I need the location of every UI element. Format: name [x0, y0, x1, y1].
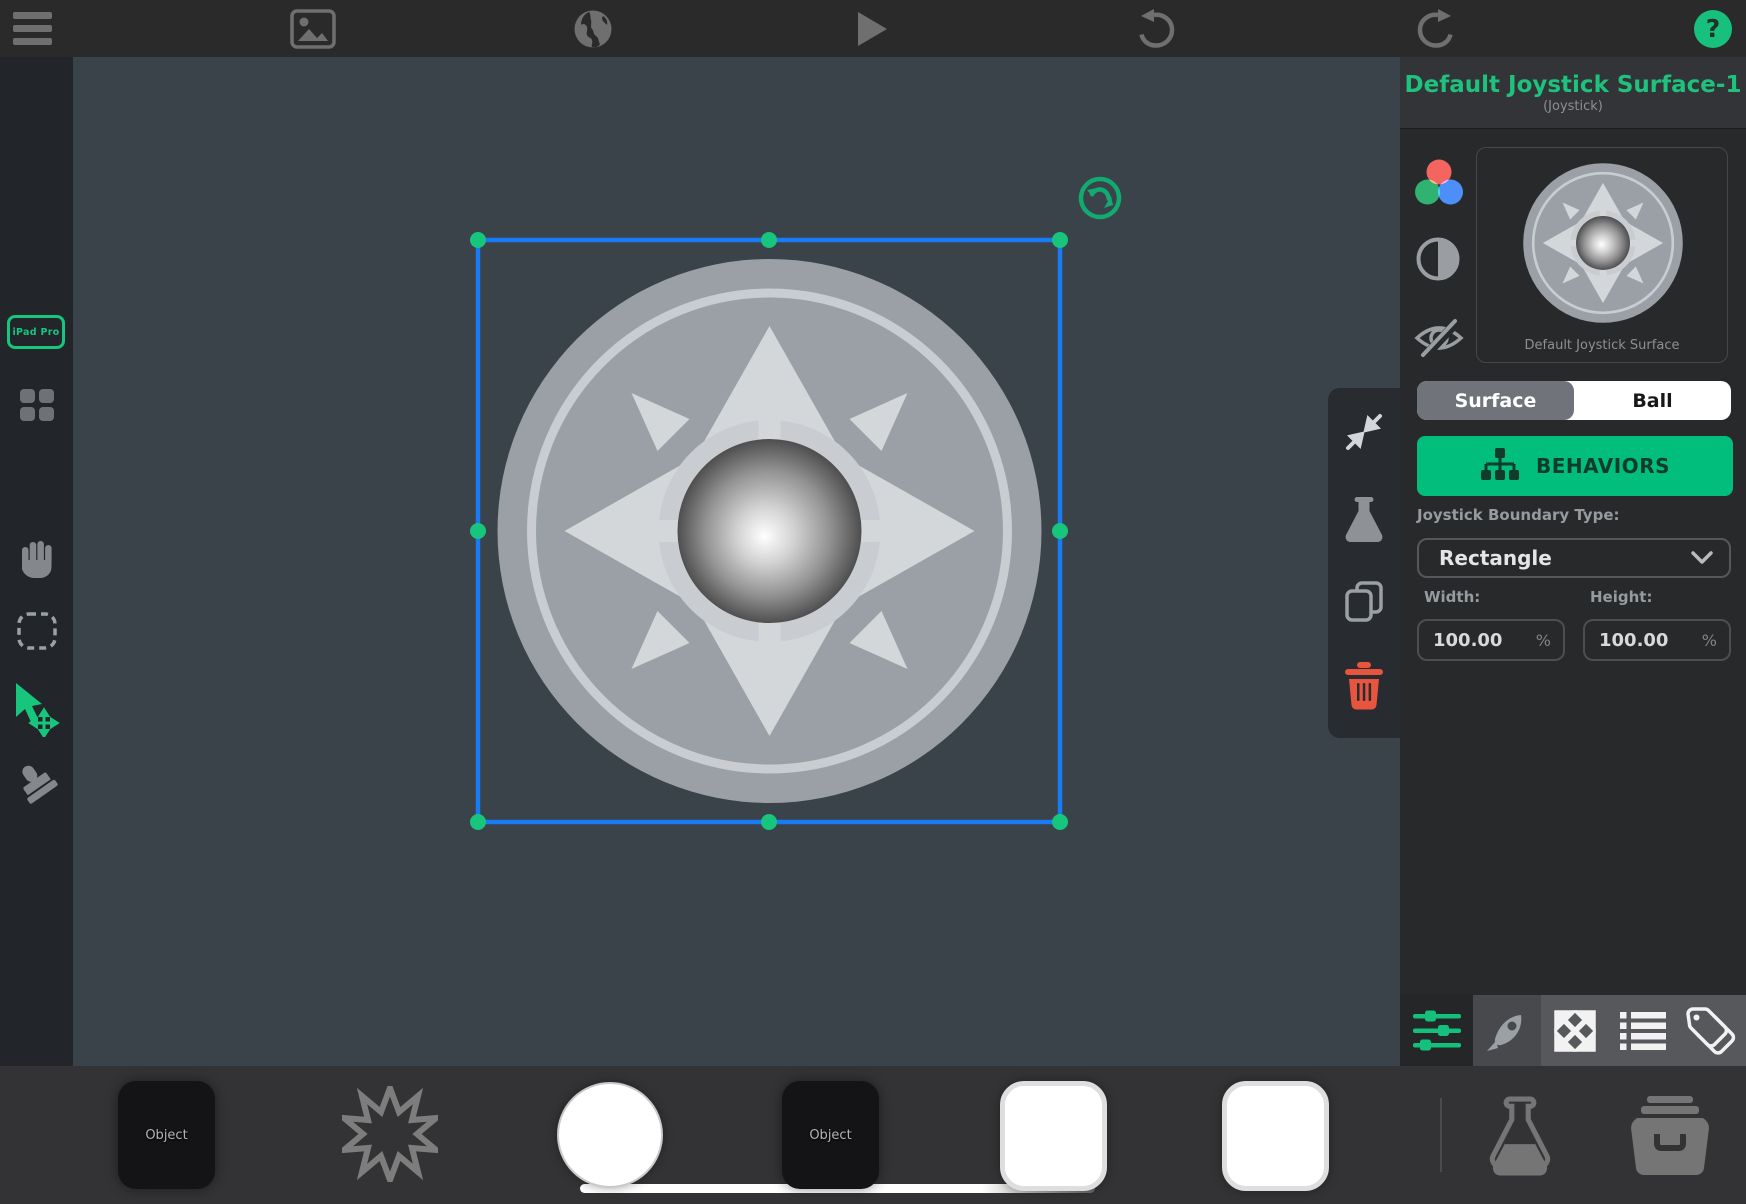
globe-icon: [573, 9, 613, 49]
undo-icon: [1136, 8, 1176, 50]
scenes-grid-button[interactable]: [0, 389, 73, 421]
redo-icon: [1416, 8, 1456, 50]
help-button[interactable]: ?: [1690, 0, 1736, 57]
grid-icon: [20, 389, 54, 421]
boundary-type-label: Joystick Boundary Type:: [1417, 506, 1620, 524]
tab-properties[interactable]: [1400, 995, 1473, 1066]
world-button[interactable]: [573, 0, 613, 57]
object-preview-card[interactable]: Default Joystick Surface: [1476, 147, 1728, 363]
joystick-object[interactable]: [498, 259, 1042, 803]
surface-ball-tabs: Surface Ball: [1417, 381, 1731, 420]
behaviors-label: BEHAVIORS: [1536, 454, 1670, 478]
height-field[interactable]: 100.00 %: [1583, 619, 1731, 661]
copy-icon: [1344, 580, 1384, 624]
library-storage-box-button[interactable]: [1627, 1096, 1713, 1180]
height-unit: %: [1702, 631, 1717, 650]
library-item-burst[interactable]: [342, 1086, 438, 1186]
tab-ball[interactable]: Ball: [1574, 381, 1731, 420]
device-label: iPad Pro: [12, 327, 59, 338]
tab-surface[interactable]: Surface: [1417, 381, 1574, 420]
flask-icon: [1487, 1096, 1553, 1178]
object-library-bar: Object Object: [0, 1066, 1746, 1204]
storage-box-icon: [1627, 1096, 1713, 1176]
sliders-icon: [1413, 1008, 1461, 1054]
trash-icon: [1343, 662, 1385, 710]
list-icon: [1620, 1011, 1666, 1051]
marquee-select-tool-button[interactable]: [0, 611, 73, 651]
tab-tags[interactable]: [1677, 995, 1746, 1066]
library-item-square-1[interactable]: [1000, 1081, 1107, 1191]
burst-star-icon: [342, 1086, 438, 1182]
image-icon: [290, 9, 336, 49]
object-thumb-label: Object: [809, 1128, 851, 1143]
selected-object-title: Default Joystick Surface-1: [1400, 72, 1746, 98]
menu-button[interactable]: [8, 0, 64, 57]
canvas-overlay: [73, 57, 1400, 1066]
rotate-handle-icon[interactable]: [1081, 179, 1119, 217]
tags-icon: [1686, 1006, 1738, 1056]
object-thumb-label: Object: [145, 1128, 187, 1143]
chevron-down-icon: [1691, 551, 1713, 565]
device-preset-button[interactable]: iPad Pro: [7, 315, 65, 349]
move-tool-button[interactable]: [0, 683, 73, 737]
tab-transform[interactable]: [1541, 995, 1609, 1066]
boundary-type-value: Rectangle: [1439, 546, 1691, 570]
app-window: ? iPad Pro: [0, 0, 1746, 1204]
color-circles-icon: [1412, 158, 1466, 210]
help-icon: ?: [1694, 10, 1732, 48]
stamp-icon: [13, 760, 61, 808]
width-field[interactable]: 100.00 %: [1417, 619, 1565, 661]
media-library-button[interactable]: [290, 0, 336, 57]
behaviors-button[interactable]: BEHAVIORS: [1417, 436, 1733, 496]
boundary-type-select[interactable]: Rectangle: [1417, 538, 1731, 578]
color-adjust-button[interactable]: [1412, 158, 1466, 214]
test-flask-button[interactable]: [1328, 495, 1400, 547]
stamp-tool-button[interactable]: [0, 760, 73, 808]
joystick-preview-image: [1515, 155, 1691, 331]
height-value: 100.00: [1599, 630, 1702, 651]
inspector-bottom-tabbar: [1400, 995, 1746, 1066]
hand-icon: [16, 538, 58, 580]
contrast-icon: [1415, 236, 1461, 282]
play-button[interactable]: [855, 0, 889, 57]
rocket-icon: [1485, 1009, 1529, 1053]
selection-action-toolbar: [1328, 388, 1400, 738]
flask-icon: [1342, 495, 1386, 547]
library-item-square-2[interactable]: [1222, 1081, 1329, 1191]
left-tool-sidebar: iPad Pro: [0, 57, 73, 1066]
top-toolbar: ?: [0, 0, 1746, 57]
scene-canvas[interactable]: [73, 57, 1400, 1066]
library-divider: [1440, 1098, 1442, 1172]
preview-caption: Default Joystick Surface: [1477, 338, 1727, 353]
hamburger-icon: [13, 12, 52, 19]
pan-tool-button[interactable]: [0, 538, 73, 580]
delete-button[interactable]: [1328, 662, 1400, 710]
width-label: Width:: [1424, 588, 1480, 606]
visibility-toggle-button[interactable]: [1412, 314, 1466, 366]
expand-arrows-icon: [1552, 1008, 1598, 1054]
undo-button[interactable]: [1136, 0, 1176, 57]
redo-button[interactable]: [1416, 0, 1456, 57]
width-value: 100.00: [1433, 630, 1536, 651]
collapse-panel-button[interactable]: [1328, 412, 1400, 452]
inspector-header: Default Joystick Surface-1 (Joystick): [1400, 57, 1746, 129]
duplicate-button[interactable]: [1328, 580, 1400, 624]
eye-slash-icon: [1412, 314, 1466, 362]
contrast-button[interactable]: [1415, 236, 1461, 286]
library-item-object-2[interactable]: Object: [782, 1081, 879, 1189]
move-cursor-icon: [12, 683, 62, 737]
library-test-flask-button[interactable]: [1487, 1096, 1553, 1182]
marquee-icon: [16, 611, 58, 651]
behaviors-flowchart-icon: [1480, 448, 1520, 484]
play-icon: [856, 10, 888, 48]
inspector-panel: Default Joystick Surface-1 (Joystick): [1400, 57, 1746, 1066]
tab-list[interactable]: [1609, 995, 1677, 1066]
height-label: Height:: [1590, 588, 1652, 606]
tab-physics[interactable]: [1473, 995, 1541, 1066]
selected-object-type: (Joystick): [1400, 99, 1746, 114]
width-unit: %: [1536, 631, 1551, 650]
collapse-arrows-icon: [1344, 412, 1384, 452]
library-item-circle[interactable]: [557, 1082, 663, 1188]
library-item-object-1[interactable]: Object: [118, 1081, 215, 1189]
